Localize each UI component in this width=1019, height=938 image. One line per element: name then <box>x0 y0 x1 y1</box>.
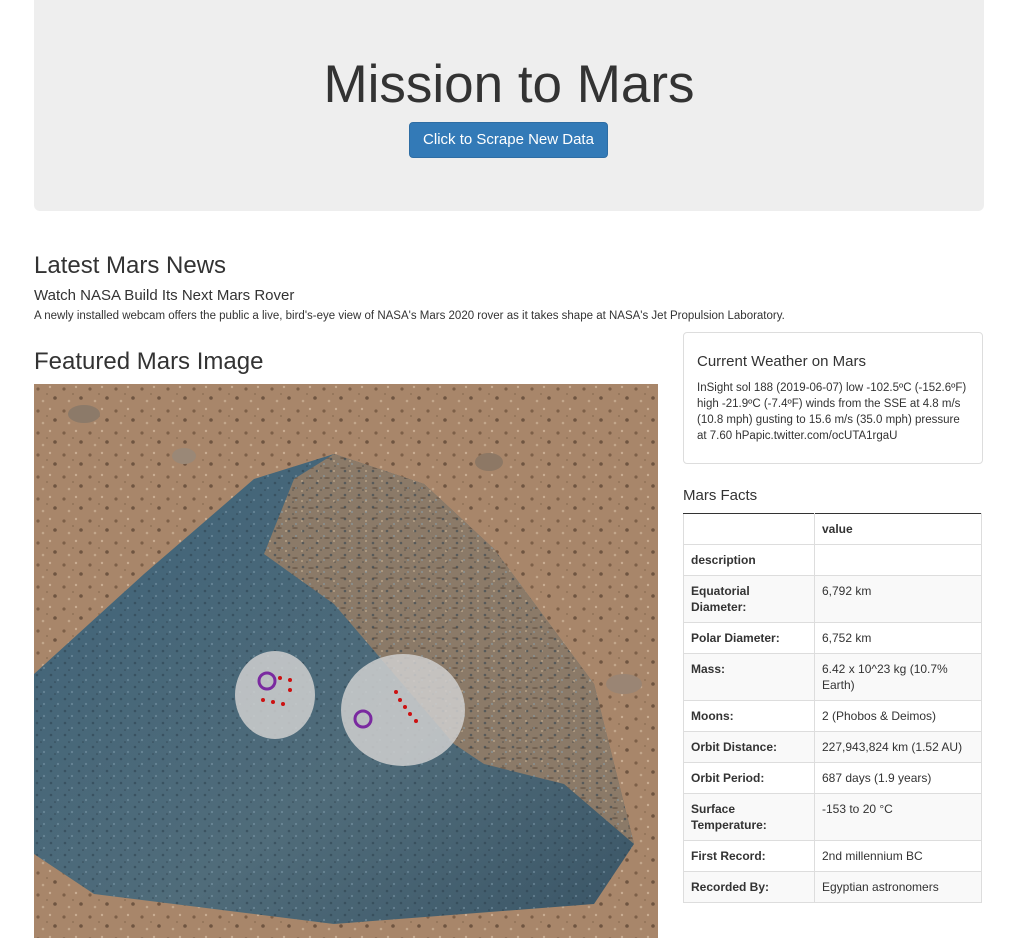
table-row: First Record: 2nd millennium BC <box>683 840 982 872</box>
fact-value: 2nd millennium BC <box>814 840 982 872</box>
fact-value: Egyptian astronomers <box>814 871 982 903</box>
news-heading: Latest Mars News <box>34 252 227 279</box>
fact-label: Orbit Period: <box>683 762 815 794</box>
fact-value: 6.42 x 10^23 kg (10.7% Earth) <box>814 653 982 701</box>
table-row: Recorded By: Egyptian astronomers <box>683 871 982 903</box>
table-index-name: description <box>683 544 815 576</box>
facts-heading: Mars Facts <box>683 487 758 504</box>
news-paragraph: A newly installed webcam offers the publ… <box>34 310 785 322</box>
table-row: Surface Temperature: -153 to 20 °C <box>683 793 982 841</box>
fact-label: Orbit Distance: <box>683 731 815 763</box>
table-row: Mass: 6.42 x 10^23 kg (10.7% Earth) <box>683 653 982 701</box>
featured-image-heading: Featured Mars Image <box>34 348 264 375</box>
table-index-empty <box>814 544 982 576</box>
weather-text: InSight sol 188 (2019-06-07) low -102.5º… <box>697 382 967 442</box>
fact-label: Mass: <box>683 653 815 701</box>
fact-label: Polar Diameter: <box>683 622 815 654</box>
scrape-button[interactable]: Click to Scrape New Data <box>409 122 608 158</box>
table-row: Equatorial Diameter: 6,792 km <box>683 575 982 623</box>
featured-mars-image <box>34 384 658 938</box>
mars-facts-table: value description Equatorial Diameter: 6… <box>683 513 982 903</box>
table-row: Moons: 2 (Phobos & Deimos) <box>683 700 982 732</box>
fact-label: Equatorial Diameter: <box>683 575 815 623</box>
table-header-value: value <box>814 513 982 545</box>
fact-value: 227,943,824 km (1.52 AU) <box>814 731 982 763</box>
fact-label: Moons: <box>683 700 815 732</box>
fact-value: -153 to 20 °C <box>814 793 982 841</box>
news-title: Watch NASA Build Its Next Mars Rover <box>34 287 295 304</box>
weather-panel: Current Weather on Mars InSight sol 188 … <box>683 332 983 464</box>
fact-value: 6,752 km <box>814 622 982 654</box>
fact-label: Recorded By: <box>683 871 815 903</box>
table-row: Polar Diameter: 6,752 km <box>683 622 982 654</box>
fact-label: First Record: <box>683 840 815 872</box>
table-header-row: value <box>683 513 982 545</box>
weather-title: Current Weather on Mars <box>697 353 866 370</box>
page-title: Mission to Mars <box>323 55 695 114</box>
table-row: Orbit Distance: 227,943,824 km (1.52 AU) <box>683 731 982 763</box>
jumbotron-header: Mission to Mars Click to Scrape New Data <box>34 0 984 211</box>
fact-value: 2 (Phobos & Deimos) <box>814 700 982 732</box>
table-header-empty <box>683 513 815 545</box>
fact-value: 687 days (1.9 years) <box>814 762 982 794</box>
table-row: Orbit Period: 687 days (1.9 years) <box>683 762 982 794</box>
fact-value: 6,792 km <box>814 575 982 623</box>
fact-label: Surface Temperature: <box>683 793 815 841</box>
table-index-row: description <box>683 544 982 576</box>
